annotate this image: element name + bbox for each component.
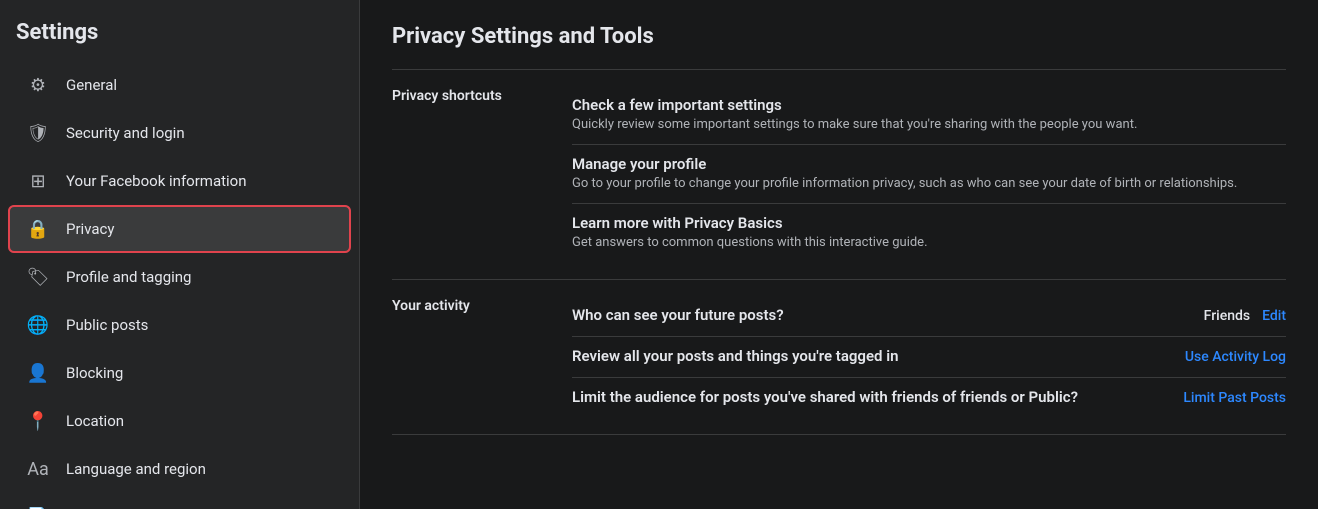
section-content-privacy-shortcuts: Check a few important settings Quickly re… xyxy=(572,86,1286,263)
section-content-your-activity: Who can see your future posts? Friends Edi… xyxy=(572,296,1286,418)
item-desc-manage-profile: Go to your profile to change your profil… xyxy=(572,175,1286,193)
item-text-check-settings: Check a few important settings Quickly re… xyxy=(572,96,1286,134)
item-text-review-posts: Review all your posts and things you're … xyxy=(572,347,1169,367)
sidebar-label-profile-tagging: Profile and tagging xyxy=(66,268,191,286)
section-label-your-activity: Your activity xyxy=(392,296,572,418)
sidebar-item-public-posts[interactable]: 🌐 Public posts xyxy=(8,301,351,349)
blocking-icon: 👤 xyxy=(24,359,52,387)
sidebar-item-general[interactable]: ⚙ General xyxy=(8,61,351,109)
section-privacy-shortcuts: Privacy shortcutsCheck a few important s… xyxy=(392,70,1286,280)
item-link-limit-audience[interactable]: Limit Past Posts xyxy=(1183,390,1286,406)
sidebar-label-language: Language and region xyxy=(66,460,206,478)
sidebar-item-privacy[interactable]: 🔒 Privacy xyxy=(8,205,351,253)
sidebar-item-security[interactable]: 🛡 Security and login xyxy=(8,109,351,157)
language-icon: Aa xyxy=(24,455,52,483)
public-posts-icon: 🌐 xyxy=(24,311,52,339)
item-action-future-posts: Friends Edit xyxy=(1204,306,1286,324)
privacy-icon: 🔒 xyxy=(24,215,52,243)
sidebar-item-facebook-info[interactable]: ⊞ Your Facebook information xyxy=(8,157,351,205)
item-text-future-posts: Who can see your future posts? xyxy=(572,306,1188,326)
item-text-manage-profile: Manage your profile Go to your profile to… xyxy=(572,155,1286,193)
item-title-future-posts: Who can see your future posts? xyxy=(572,306,1188,324)
sidebar-label-security: Security and login xyxy=(66,124,185,142)
location-icon: 📍 xyxy=(24,407,52,435)
item-check-settings: Check a few important settings Quickly re… xyxy=(572,86,1286,145)
settings-title: Settings xyxy=(0,20,359,61)
item-text-limit-audience: Limit the audience for posts you've shar… xyxy=(572,388,1167,408)
main-content: Privacy Settings and Tools Privacy short… xyxy=(360,0,1318,509)
item-desc-check-settings: Quickly review some important settings t… xyxy=(572,116,1286,134)
sidebar-label-location: Location xyxy=(66,412,124,430)
sidebar-label-facebook-info: Your Facebook information xyxy=(66,172,247,190)
sidebar-label-public-posts: Public posts xyxy=(66,316,148,334)
general-icon: ⚙ xyxy=(24,71,52,99)
sidebar-label-general: General xyxy=(66,76,117,94)
security-icon: 🛡 xyxy=(24,119,52,147)
item-link-review-posts[interactable]: Use Activity Log xyxy=(1185,349,1286,365)
section-label-privacy-shortcuts: Privacy shortcuts xyxy=(392,86,572,263)
sidebar: Settings ⚙ General 🛡 Security and login ⊞ You… xyxy=(0,0,360,509)
sidebar-item-location[interactable]: 📍 Location xyxy=(8,397,351,445)
sidebar-label-privacy: Privacy xyxy=(66,220,114,238)
section-your-activity: Your activityWho can see your future pos… xyxy=(392,280,1286,435)
item-title-review-posts: Review all your posts and things you're … xyxy=(572,347,1169,365)
profile-tagging-icon: 🏷 xyxy=(24,263,52,291)
item-title-privacy-basics: Learn more with Privacy Basics xyxy=(572,214,1286,232)
item-limit-audience: Limit the audience for posts you've shar… xyxy=(572,378,1286,418)
item-title-manage-profile: Manage your profile xyxy=(572,155,1286,173)
item-title-limit-audience: Limit the audience for posts you've shar… xyxy=(572,388,1167,406)
item-privacy-basics: Learn more with Privacy Basics Get answer… xyxy=(572,204,1286,262)
sidebar-item-blocking[interactable]: 👤 Blocking xyxy=(8,349,351,397)
sidebar-item-stories[interactable]: 📄Stories xyxy=(8,493,351,509)
item-value-future-posts: Friends xyxy=(1204,308,1250,324)
item-link-future-posts[interactable]: Edit xyxy=(1262,308,1286,324)
item-future-posts: Who can see your future posts? Friends Edi… xyxy=(572,296,1286,337)
item-title-check-settings: Check a few important settings xyxy=(572,96,1286,114)
item-manage-profile: Manage your profile Go to your profile to… xyxy=(572,145,1286,204)
sidebar-item-language[interactable]: Aa Language and region xyxy=(8,445,351,493)
sidebar-item-profile-tagging[interactable]: 🏷 Profile and tagging xyxy=(8,253,351,301)
facebook-info-icon: ⊞ xyxy=(24,167,52,195)
item-review-posts: Review all your posts and things you're … xyxy=(572,337,1286,378)
item-text-privacy-basics: Learn more with Privacy Basics Get answer… xyxy=(572,214,1286,252)
page-title: Privacy Settings and Tools xyxy=(392,24,1286,49)
item-action-limit-audience: Limit Past Posts xyxy=(1183,388,1286,406)
item-desc-privacy-basics: Get answers to common questions with thi… xyxy=(572,234,1286,252)
item-action-review-posts: Use Activity Log xyxy=(1185,347,1286,365)
stories-icon: 📄 xyxy=(24,503,52,509)
sidebar-label-blocking: Blocking xyxy=(66,364,123,382)
